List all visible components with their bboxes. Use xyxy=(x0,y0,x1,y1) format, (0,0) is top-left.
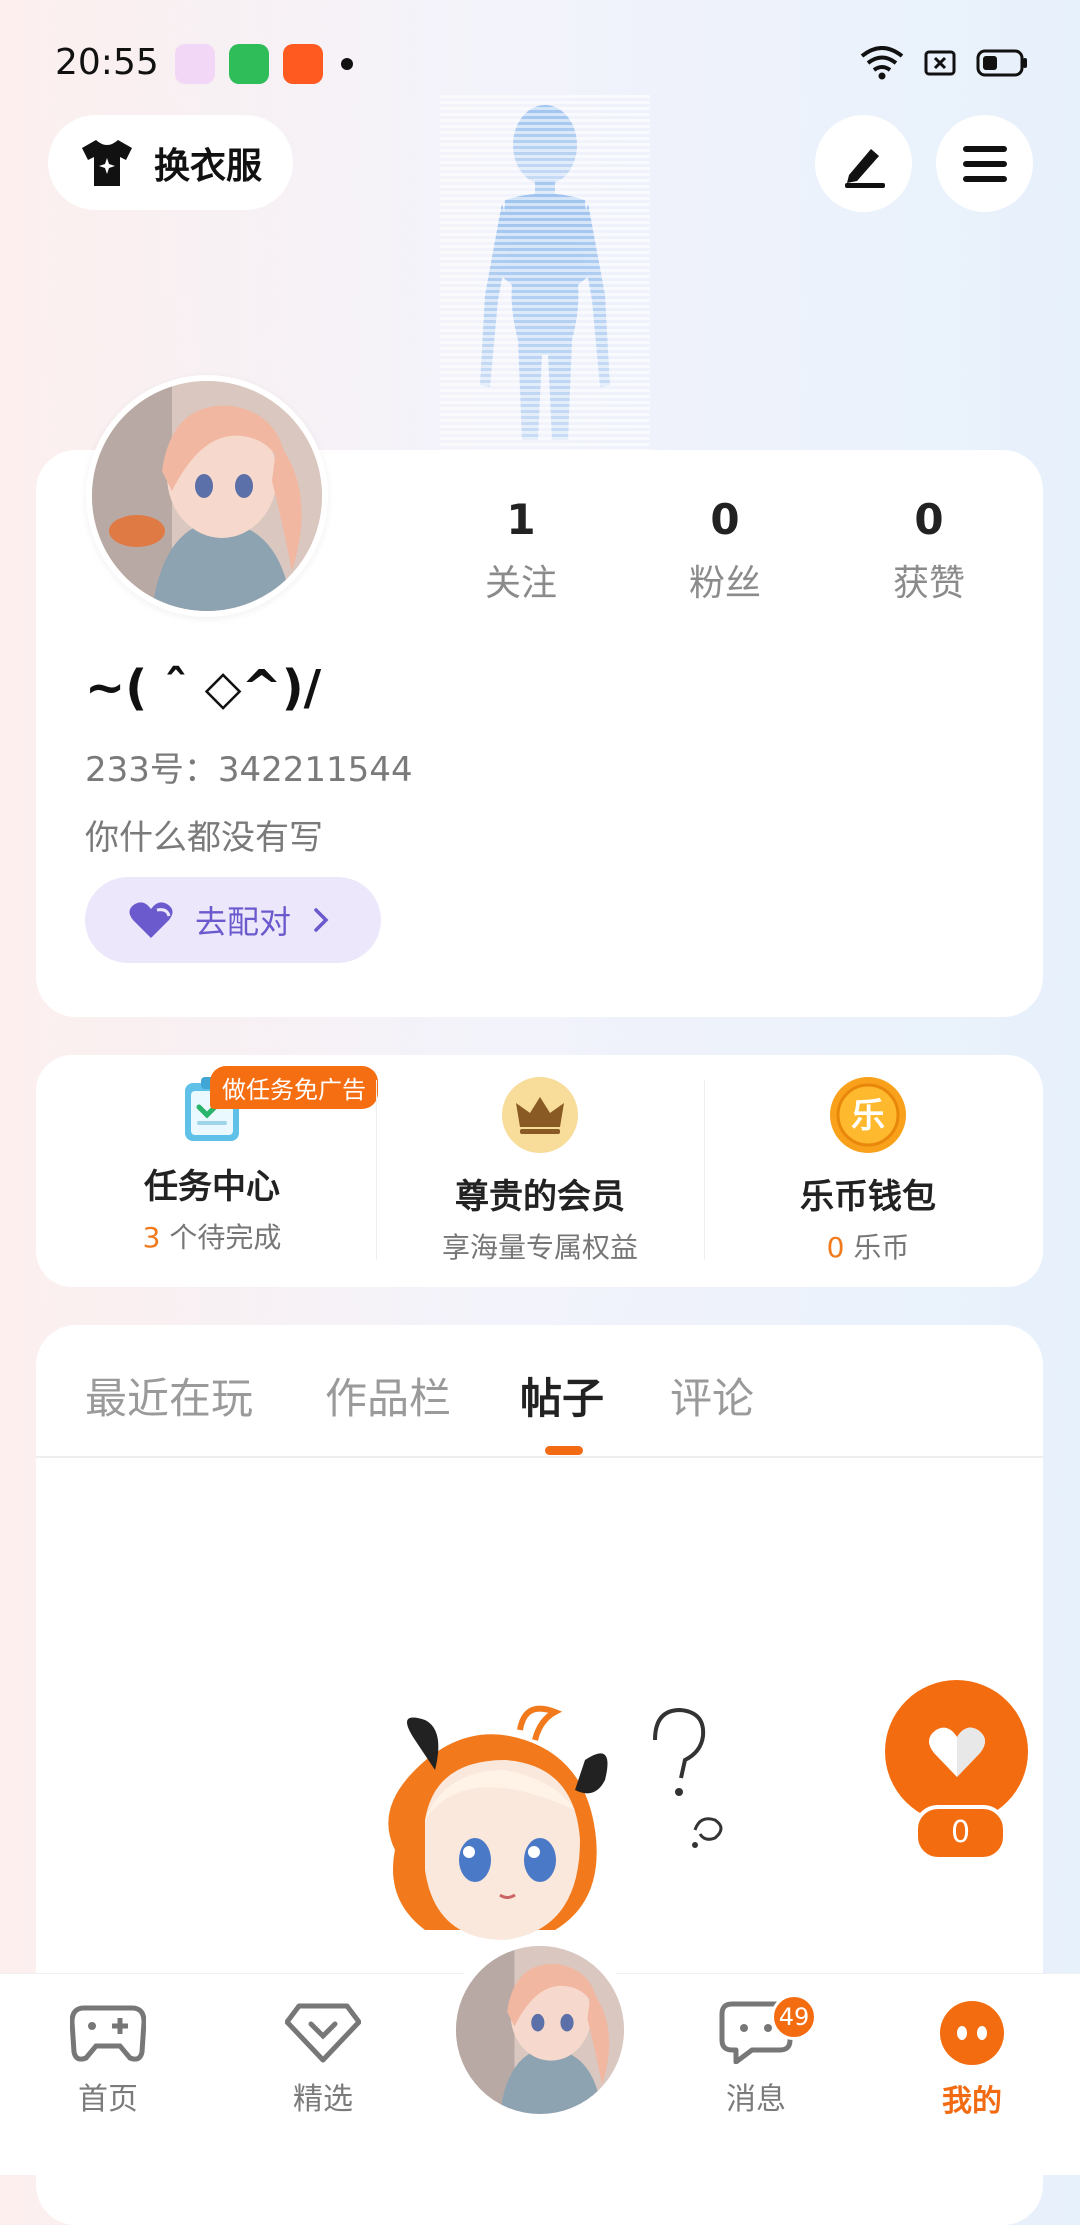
stat-fans-value: 0 xyxy=(710,495,740,544)
task-badge: 做任务免广告 xyxy=(210,1066,378,1109)
edit-button[interactable] xyxy=(815,115,912,212)
wardrobe-label: 换衣服 xyxy=(154,145,263,187)
nav-home[interactable]: 首页 xyxy=(38,2000,178,2118)
avatar[interactable] xyxy=(86,375,328,617)
heart-gem-icon xyxy=(284,2003,362,2063)
stat-following-value: 1 xyxy=(506,495,536,544)
menu-button[interactable] xyxy=(936,115,1033,212)
wardrobe-button[interactable]: 换衣服 xyxy=(48,115,293,210)
match-button[interactable]: 去配对 xyxy=(85,877,381,963)
nav-featured[interactable]: 精选 xyxy=(253,2000,393,2118)
coin-wallet[interactable]: 乐 乐币钱包 0 乐币 xyxy=(718,1075,1018,1275)
vip-membership[interactable]: 尊贵的会员 享海量专属权益 xyxy=(390,1075,690,1275)
stat-likes-label: 获赞 xyxy=(892,563,965,604)
task-pending-text: 个待完成 xyxy=(160,1221,282,1254)
shirt-icon xyxy=(82,139,132,186)
like-fab[interactable] xyxy=(885,1680,1028,1823)
nav-home-label: 首页 xyxy=(78,2082,138,2117)
coin-unit: 乐币 xyxy=(844,1231,910,1264)
tab-posts[interactable]: 帖子 xyxy=(520,1365,604,1426)
wifi-icon xyxy=(860,46,904,80)
center-avatar-button[interactable] xyxy=(456,1946,624,2114)
wallet-sub: 0 乐币 xyxy=(718,1226,1018,1266)
message-badge: 49 xyxy=(771,1994,817,2040)
task-center-sub: 3 个待完成 xyxy=(62,1216,362,1256)
divider xyxy=(376,1080,377,1260)
coin-icon: 乐 xyxy=(830,1077,906,1153)
app-icon-3 xyxy=(283,44,323,84)
divider xyxy=(704,1080,705,1260)
like-count: 0 xyxy=(914,1805,1007,1861)
task-center-title: 任务中心 xyxy=(144,1167,280,1207)
user-id[interactable]: 233号：342211544 xyxy=(85,742,413,791)
tab-divider xyxy=(36,1456,1043,1458)
sim-icon xyxy=(924,50,956,76)
edit-icon xyxy=(844,148,885,188)
app-icon-2 xyxy=(229,44,269,84)
menu-icon xyxy=(962,145,1007,182)
tab-recently-played[interactable]: 最近在玩 xyxy=(85,1365,253,1426)
avatar-illustration xyxy=(456,1946,624,2114)
battery-icon xyxy=(976,49,1027,77)
crown-icon xyxy=(502,1077,578,1153)
profile-face-icon xyxy=(940,2001,1004,2065)
avatar-hologram[interactable] xyxy=(440,95,650,450)
tab-works[interactable]: 作品栏 xyxy=(325,1365,451,1426)
nickname: ~( ˆ ◇^)/ xyxy=(85,660,322,716)
bio[interactable]: 你什么都没有写 xyxy=(85,810,323,859)
vip-title: 尊贵的会员 xyxy=(455,1177,625,1217)
nav-messages-label: 消息 xyxy=(726,2082,786,2117)
stat-fans[interactable]: 0 粉丝 xyxy=(655,495,795,606)
more-notifications-dot xyxy=(341,58,353,70)
stat-fans-label: 粉丝 xyxy=(688,563,761,604)
tab-indicator xyxy=(545,1446,583,1455)
tab-comments[interactable]: 评论 xyxy=(670,1365,754,1426)
avatar-illustration xyxy=(92,381,322,611)
stat-likes[interactable]: 0 获赞 xyxy=(859,495,999,606)
nav-me[interactable]: 我的 xyxy=(902,2000,1042,2120)
app-icon-1 xyxy=(175,44,215,84)
coin-count: 0 xyxy=(826,1231,845,1264)
vip-sub: 享海量专属权益 xyxy=(441,1231,638,1264)
stat-following[interactable]: 1 关注 xyxy=(451,495,591,606)
status-time: 20:55 xyxy=(55,42,159,83)
heart-icon xyxy=(129,902,173,938)
match-label: 去配对 xyxy=(195,903,292,941)
task-count: 3 xyxy=(142,1221,161,1254)
nav-featured-label: 精选 xyxy=(293,2082,353,2117)
gamepad-icon xyxy=(69,2005,147,2062)
chevron-right-icon xyxy=(314,908,329,932)
heart-icon xyxy=(928,1727,985,1777)
coin-glyph: 乐 xyxy=(851,1096,885,1136)
wallet-title: 乐币钱包 xyxy=(800,1177,936,1217)
system-icons xyxy=(860,46,1028,80)
notification-icons xyxy=(175,44,353,84)
stat-following-label: 关注 xyxy=(484,563,557,604)
nav-me-label: 我的 xyxy=(942,2084,1002,2119)
stat-likes-value: 0 xyxy=(914,495,944,544)
